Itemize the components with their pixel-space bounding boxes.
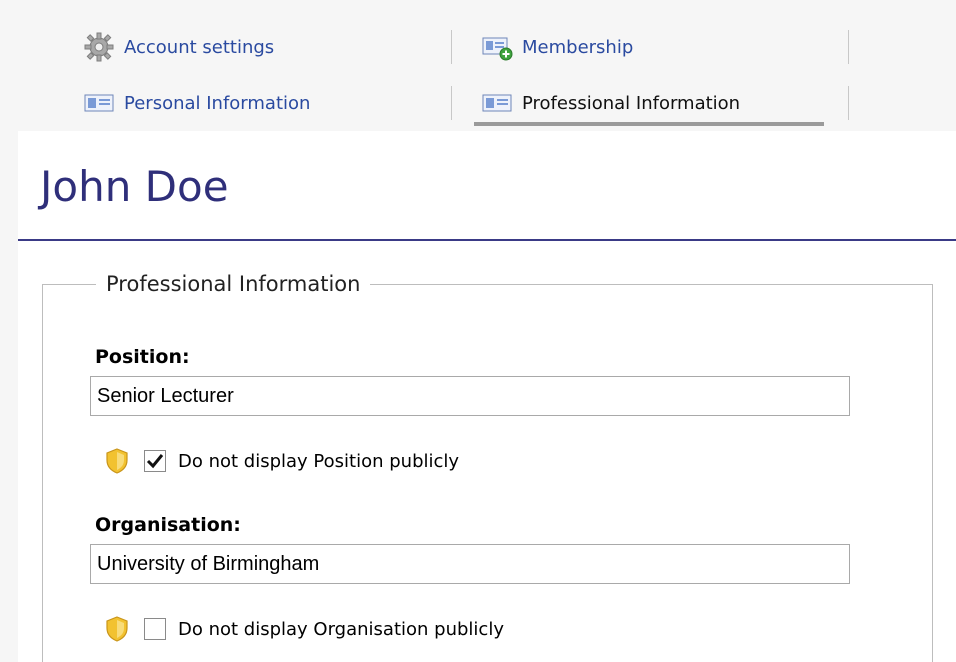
organisation-privacy-label: Do not display Organisation publicly — [178, 618, 504, 640]
tab-membership-label: Membership — [522, 36, 634, 58]
id-card-add-icon — [480, 32, 514, 62]
shield-icon — [104, 615, 130, 643]
id-card-icon — [82, 88, 116, 118]
gear-icon — [82, 30, 116, 64]
tab-divider — [451, 86, 452, 120]
fieldset-legend: Professional Information — [96, 272, 371, 296]
page-title: John Doe — [40, 162, 229, 211]
organisation-label: Organisation: — [95, 514, 241, 536]
profile-page: Account settings Membership Personal Inf… — [0, 0, 956, 662]
tab-divider — [451, 30, 452, 64]
tab-navigation: Account settings Membership Personal Inf… — [0, 0, 956, 131]
tab-divider — [848, 30, 849, 64]
position-privacy-checkbox[interactable] — [144, 450, 166, 472]
organisation-input[interactable] — [90, 544, 850, 584]
tab-account-settings[interactable]: Account settings — [82, 30, 274, 64]
tab-divider — [848, 86, 849, 120]
title-divider — [18, 239, 956, 241]
active-tab-indicator — [474, 122, 824, 126]
checkmark-icon — [145, 451, 165, 471]
position-privacy-label: Do not display Position publicly — [178, 450, 460, 472]
position-privacy-row: Do not display Position publicly — [104, 446, 459, 476]
tab-professional-information[interactable]: Professional Information — [480, 86, 740, 120]
tab-personal-information-label: Personal Information — [124, 92, 311, 114]
position-label: Position: — [95, 346, 190, 368]
position-input[interactable] — [90, 376, 850, 416]
id-card-icon — [480, 88, 514, 118]
tab-personal-information[interactable]: Personal Information — [82, 86, 310, 120]
tab-professional-information-label: Professional Information — [522, 92, 741, 114]
organisation-privacy-row: Do not display Organisation publicly — [104, 614, 504, 644]
tab-account-settings-label: Account settings — [124, 36, 275, 58]
organisation-privacy-checkbox[interactable] — [144, 618, 166, 640]
left-margin-strip — [0, 131, 18, 662]
tab-membership[interactable]: Membership — [480, 30, 633, 64]
shield-icon — [104, 447, 130, 475]
